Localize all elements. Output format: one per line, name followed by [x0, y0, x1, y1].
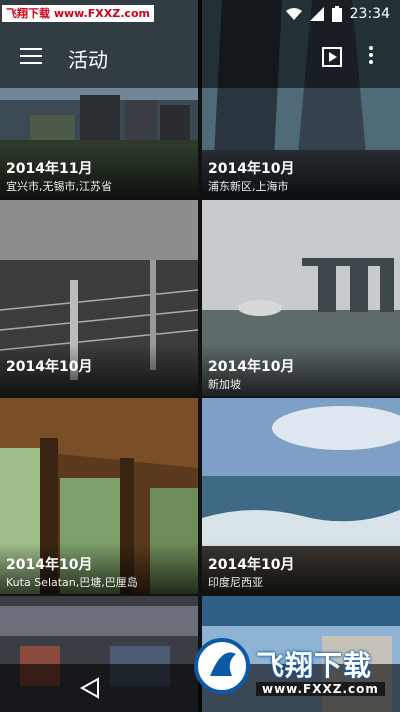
- photo-grid: 2014年11月 宜兴市,无锡市,江苏省 2014年10月 浦东新区,上海市 2…: [0, 0, 400, 712]
- tile-caption: 2014年10月 印度尼西亚: [202, 542, 400, 594]
- page-title: 活动: [68, 48, 108, 72]
- tile-date: 2014年10月: [208, 161, 295, 177]
- tile-caption: 2014年11月 宜兴市,无锡市,江苏省: [0, 146, 198, 198]
- tile-date: 2014年11月: [6, 161, 93, 177]
- album-tile-singapore[interactable]: 2014年10月 新加坡: [202, 200, 400, 396]
- more-vert-icon[interactable]: [366, 46, 376, 70]
- album-tile-fence[interactable]: 2014年10月: [0, 200, 198, 396]
- status-icons: 23:34: [285, 0, 390, 28]
- tile-date: 2014年10月: [6, 359, 93, 375]
- tile-date: 2014年10月: [208, 359, 295, 375]
- album-tile-indonesia[interactable]: 2014年10月 印度尼西亚: [202, 398, 400, 594]
- tile-place: 印度尼西亚: [208, 576, 263, 589]
- tile-caption: 2014年10月 新加坡: [202, 344, 400, 396]
- watermark-url: www.FXXZ.com: [256, 682, 385, 696]
- hamburger-menu-icon[interactable]: [20, 48, 44, 68]
- slideshow-play-icon[interactable]: [322, 47, 342, 67]
- watermark-text: 飞翔下载: [256, 649, 373, 682]
- back-icon[interactable]: [78, 676, 102, 700]
- tile-place: 新加坡: [208, 378, 241, 391]
- watermark-top: 飞翔下载 www.FXXZ.com: [2, 5, 154, 22]
- wifi-icon: [285, 8, 302, 20]
- tile-caption: 2014年10月: [0, 344, 198, 396]
- battery-icon: [331, 6, 342, 22]
- album-tile-bali[interactable]: 2014年10月 Kuta Selatan,巴塘,巴厘岛: [0, 398, 198, 594]
- signal-icon: [309, 7, 324, 21]
- status-bar: 飞翔下载 www.FXXZ.com 23:34: [0, 0, 400, 28]
- tile-place: Kuta Selatan,巴塘,巴厘岛: [6, 576, 138, 589]
- tile-place: 宜兴市,无锡市,江苏省: [6, 180, 112, 193]
- watermark-bottom: 飞翔下载 www.FXXZ.com: [192, 630, 392, 706]
- tile-place: 浦东新区,上海市: [208, 180, 289, 193]
- tile-date: 2014年10月: [6, 557, 93, 573]
- watermark-logo-icon: [194, 638, 250, 694]
- app-bar: 活动: [0, 28, 400, 88]
- tile-date: 2014年10月: [208, 557, 295, 573]
- tile-caption: 2014年10月 浦东新区,上海市: [202, 146, 400, 198]
- clock: 23:34: [349, 6, 390, 22]
- tile-caption: 2014年10月 Kuta Selatan,巴塘,巴厘岛: [0, 542, 198, 594]
